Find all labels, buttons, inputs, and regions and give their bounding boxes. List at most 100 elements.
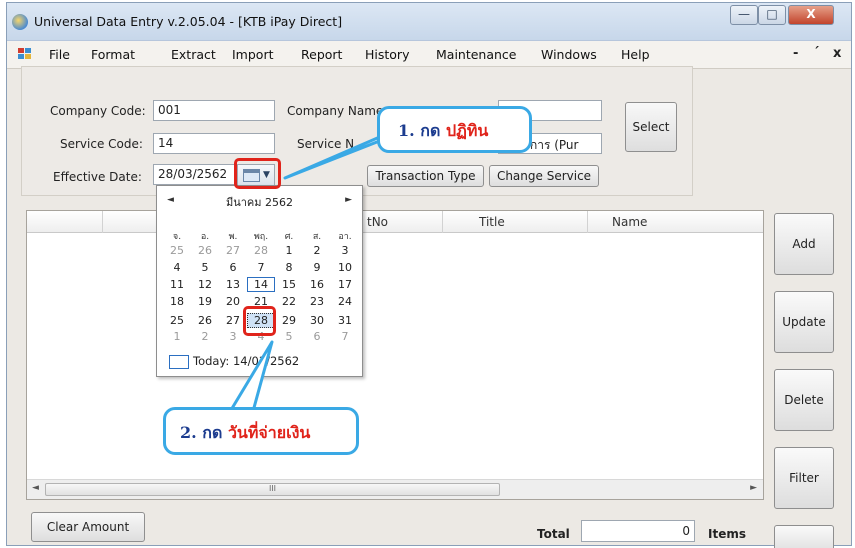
extra-side-button[interactable] (774, 525, 834, 548)
mdi-close-button[interactable]: x (833, 46, 841, 61)
mdi-restore-button[interactable]: ´ (813, 46, 820, 61)
column-header-tno[interactable]: tNo (367, 215, 388, 229)
calendar-day[interactable]: 9 (303, 260, 331, 275)
calendar-dropdown[interactable]: ◄ มีนาคม 2562 ► จ. อ. พ. พฤ. ศ. ส. อา. 2… (156, 185, 363, 377)
company-code-field[interactable]: 001 (153, 100, 275, 121)
calendar-day[interactable]: 31 (331, 313, 359, 328)
column-header-name[interactable]: Name (612, 215, 647, 229)
callout2-number: 2. กด (180, 423, 223, 442)
calendar-day[interactable]: 5 (275, 329, 303, 344)
column-header-title[interactable]: Title (479, 215, 505, 229)
column-divider[interactable] (587, 211, 588, 233)
close-button[interactable]: X (788, 5, 834, 25)
calendar-day[interactable]: 26 (191, 313, 219, 328)
today-marker-icon (169, 355, 189, 369)
callout1-number: 1. กด (398, 121, 441, 140)
menu-bar: File Format Extract Import Report Histor… (7, 41, 851, 69)
menu-file[interactable]: File (49, 47, 70, 62)
total-label: Total (537, 527, 570, 541)
calendar-day[interactable]: 3 (331, 243, 359, 258)
calendar-week: 25 26 27 28 1 2 3 (163, 243, 359, 258)
calendar-day[interactable]: 27 (219, 243, 247, 258)
calendar-day[interactable]: 22 (275, 294, 303, 309)
scroll-left-icon[interactable]: ◄ (32, 483, 39, 493)
scroll-thumb[interactable]: III (45, 483, 500, 496)
calendar-day[interactable]: 12 (191, 277, 219, 292)
next-month-icon[interactable]: ► (345, 195, 352, 205)
calendar-day[interactable]: 6 (303, 329, 331, 344)
calendar-day[interactable]: 1 (163, 329, 191, 344)
calendar-day[interactable]: 26 (191, 243, 219, 258)
transaction-type-button[interactable]: Transaction Type (367, 165, 484, 187)
update-button[interactable]: Update (774, 291, 834, 353)
calendar-day[interactable]: 2 (303, 243, 331, 258)
grid-header: tNo Title Name (27, 211, 763, 233)
add-button[interactable]: Add (774, 213, 834, 275)
change-service-button[interactable]: Change Service (489, 165, 599, 187)
highlight-date-picker (234, 158, 281, 189)
clear-amount-button[interactable]: Clear Amount (31, 512, 145, 542)
callout-step-1: 1. กด ปฏิทิน (377, 106, 532, 153)
mdi-document-icon[interactable] (18, 48, 32, 60)
company-name-label: Company Name (287, 104, 384, 118)
calendar-day[interactable]: 10 (331, 260, 359, 275)
minimize-button[interactable]: — (730, 5, 758, 25)
calendar-day[interactable]: 30 (303, 313, 331, 328)
calendar-day[interactable]: 5 (191, 260, 219, 275)
calendar-day[interactable]: 23 (303, 294, 331, 309)
transactions-grid[interactable]: tNo Title Name ◄ III ► (26, 210, 764, 500)
menu-maintenance[interactable]: Maintenance (436, 47, 517, 62)
menu-history[interactable]: History (365, 47, 409, 62)
calendar-day[interactable]: 11 (163, 277, 191, 292)
callout2-text: วันที่จ่ายเงิน (227, 423, 311, 442)
calendar-day[interactable]: 2 (191, 329, 219, 344)
column-divider[interactable] (442, 211, 443, 233)
calendar-day[interactable]: 19 (191, 294, 219, 309)
menu-import[interactable]: Import (232, 47, 274, 62)
calendar-day[interactable]: 28 (247, 243, 275, 258)
service-name-label: Service N (297, 137, 355, 151)
menu-format[interactable]: Format (91, 47, 135, 62)
items-label: Items (708, 527, 746, 541)
today-link[interactable]: Today: 14/03/2562 (193, 354, 299, 368)
maximize-button[interactable]: □ (758, 5, 786, 25)
calendar-week: 4 5 6 7 8 9 10 (163, 260, 359, 275)
column-divider[interactable] (102, 211, 103, 233)
delete-button[interactable]: Delete (774, 369, 834, 431)
calendar-day[interactable]: 25 (163, 313, 191, 328)
calendar-day[interactable]: 18 (163, 294, 191, 309)
calendar-week: 11 12 13 14 15 16 17 (163, 277, 359, 292)
menu-report[interactable]: Report (301, 47, 342, 62)
horizontal-scrollbar[interactable]: ◄ III ► (27, 479, 763, 499)
menu-windows[interactable]: Windows (541, 47, 597, 62)
menu-extract[interactable]: Extract (171, 47, 216, 62)
calendar-day[interactable]: 1 (275, 243, 303, 258)
calendar-day[interactable]: 17 (331, 277, 359, 292)
calendar-day[interactable]: 13 (219, 277, 247, 292)
calendar-month-title[interactable]: มีนาคม 2562 (157, 193, 362, 211)
select-button[interactable]: Select (625, 102, 677, 152)
calendar-day[interactable]: 4 (163, 260, 191, 275)
calendar-day[interactable]: 25 (163, 243, 191, 258)
scroll-right-icon[interactable]: ► (750, 483, 757, 493)
calendar-day[interactable]: 15 (275, 277, 303, 292)
calendar-day[interactable]: 7 (247, 260, 275, 275)
effective-date-field[interactable]: 28/03/2562 (153, 164, 239, 185)
calendar-day[interactable]: 16 (303, 277, 331, 292)
filter-button[interactable]: Filter (774, 447, 834, 509)
calendar-day[interactable]: 8 (275, 260, 303, 275)
title-bar: Universal Data Entry v.2.05.04 - [KTB iP… (7, 3, 851, 41)
mdi-minimize-button[interactable]: - (793, 46, 798, 61)
calendar-day[interactable]: 24 (331, 294, 359, 309)
calendar-day[interactable]: 7 (331, 329, 359, 344)
effective-date-label: Effective Date: (53, 170, 142, 184)
calendar-day-today[interactable]: 14 (247, 277, 275, 292)
calendar-day[interactable]: 29 (275, 313, 303, 328)
callout1-text: ปฏิทิน (445, 121, 489, 140)
callout-step-2: 2. กด วันที่จ่ายเงิน (163, 407, 359, 455)
calendar-day[interactable]: 20 (219, 294, 247, 309)
service-code-field[interactable]: 14 (153, 133, 275, 154)
total-field: 0 (581, 520, 695, 542)
calendar-day[interactable]: 6 (219, 260, 247, 275)
menu-help[interactable]: Help (621, 47, 650, 62)
